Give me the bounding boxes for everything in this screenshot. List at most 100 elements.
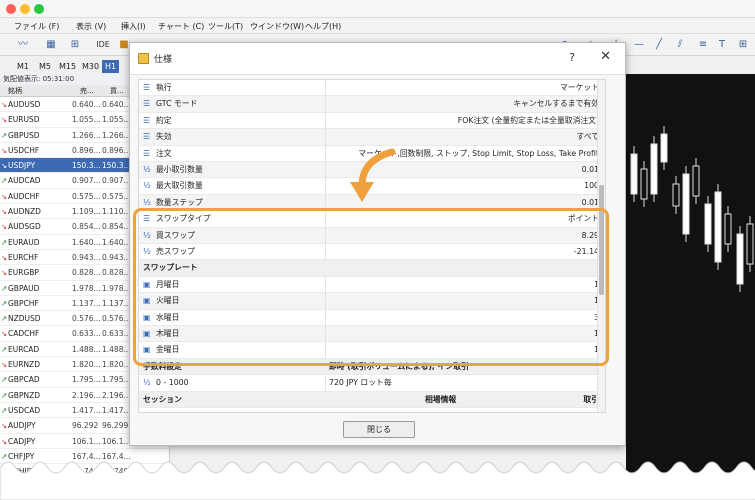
close-button[interactable]: 閉じる <box>343 421 415 438</box>
spec-row: ☰ 約定 FOK注文 (全量約定または全量取消注文) <box>139 112 605 130</box>
candle-body <box>640 168 648 200</box>
trendline-icon[interactable]: ╱ <box>652 38 666 52</box>
watch-symbol: NZDUSD <box>8 314 41 324</box>
spec-label: スワップレート <box>143 263 198 273</box>
watch-symbol: EURCHF <box>8 252 39 262</box>
spec-scrollbar[interactable] <box>597 80 605 412</box>
watch-symbol: GBPUSD <box>8 130 40 140</box>
column-divider <box>325 375 326 391</box>
menu-chart[interactable]: チャート (C) <box>158 21 204 32</box>
spec-row: ☰ 失効 すべて <box>139 129 605 146</box>
watch-ask: 1.137... <box>102 298 131 308</box>
watch-ask: 0.943... <box>102 252 131 262</box>
arrow-up-icon: ↗ <box>1 375 8 385</box>
spec-table: ☰ 執行 マーケット ☰ GTC モード キャンセルするまで有効 ☰ 約定 FOK注文 (全量約… <box>138 79 606 413</box>
watch-ask: 0.828... <box>102 268 131 278</box>
watch-ask: 0.854... <box>102 222 131 232</box>
spec-value: キャンセルするまで有効 <box>513 99 599 109</box>
timeframe-m30[interactable]: M30 <box>79 60 102 73</box>
text-icon[interactable]: T <box>716 38 728 52</box>
watch-bid: 1.488... <box>72 344 101 354</box>
indicator-icon[interactable]: 〰 <box>12 38 34 52</box>
watch-ask: 1.266... <box>102 130 131 140</box>
timeframe-m5[interactable]: M5 <box>36 60 54 73</box>
timeframe-m15[interactable]: M15 <box>56 60 79 73</box>
watch-bid: 0.943... <box>72 252 101 262</box>
candle-body <box>672 183 680 207</box>
watch-bid: 1.055... <box>72 115 101 125</box>
column-divider <box>325 211 326 227</box>
watch-bid: 0.896... <box>72 145 101 155</box>
spec-row: ½ 売スワップ -21.14 <box>139 244 605 261</box>
spec-label: 0 - 1000 <box>156 378 189 388</box>
menu-file[interactable]: ファイル (F) <box>14 21 59 32</box>
fibonacci-icon[interactable]: ≡ <box>696 38 710 52</box>
menu-help[interactable]: ヘルプ(H) <box>305 21 341 32</box>
list-icon: ☰ <box>143 148 151 158</box>
header-bid[interactable]: 売... <box>80 85 94 97</box>
dialog-title-bar: 仕様 ? ✕ <box>130 43 625 75</box>
watch-symbol: EURGBP <box>8 268 39 278</box>
watch-ask: 0.907... <box>102 176 131 186</box>
menu-view[interactable]: 表示 (V) <box>76 21 106 32</box>
spec-label: 木曜日 <box>156 329 180 338</box>
arrow-down-icon: ↘ <box>1 268 8 278</box>
price-chart[interactable] <box>626 74 755 474</box>
title-bar <box>0 0 755 18</box>
menu-insert[interactable]: 挿入(I) <box>121 21 146 32</box>
shapes-icon[interactable]: ⊞ <box>736 38 750 52</box>
header-symbol[interactable]: 銘柄 <box>8 85 22 97</box>
ide-button[interactable]: IDE <box>96 38 110 52</box>
list-icon: ☰ <box>143 115 151 125</box>
channel-icon[interactable]: ⫽ <box>673 38 687 52</box>
column-divider <box>325 276 326 293</box>
arrow-down-icon: ↘ <box>1 191 8 201</box>
header-ask[interactable]: 買... <box>110 85 124 97</box>
watch-symbol: GBPCHF <box>8 298 39 308</box>
candle-body <box>682 173 690 235</box>
watch-bid: 1.266... <box>72 130 101 140</box>
spec-section-detail: 相場情報 <box>425 394 457 404</box>
spec-value: -21.14 <box>573 247 599 256</box>
menu-window[interactable]: ウインドウ(W) <box>250 21 304 32</box>
calendar-icon: ▣ <box>143 345 151 355</box>
help-icon[interactable]: ? <box>569 51 575 64</box>
column-divider <box>325 244 326 260</box>
watch-ask: 1.488... <box>102 344 131 354</box>
horizontal-line-icon[interactable]: — <box>632 38 646 52</box>
fraction-icon: ½ <box>143 197 151 207</box>
watch-bid: 2.196... <box>72 390 101 400</box>
watch-symbol: EURUSD <box>8 115 40 125</box>
scrollbar-thumb[interactable] <box>599 185 604 295</box>
spec-label: 水曜日 <box>156 312 180 322</box>
spec-section-row: セッション 相場情報 取引 <box>139 391 605 408</box>
watch-bid: 0.907... <box>72 176 101 186</box>
spec-label: 約定 <box>156 115 172 125</box>
new-order-icon[interactable]: ⊞ <box>68 38 82 52</box>
candle-body <box>650 143 658 195</box>
column-divider <box>325 293 326 309</box>
menu-tools[interactable]: ツール(T) <box>208 21 243 32</box>
arrow-down-icon: ↘ <box>1 421 8 431</box>
watch-symbol: AUDNZD <box>8 207 41 217</box>
window-maximize-dot[interactable] <box>34 4 44 14</box>
candle-body <box>746 223 754 265</box>
spec-section-detail: 即時 (取引ボリュームによる), イン取引 <box>329 361 469 371</box>
watch-symbol: AUDCHF <box>8 191 40 201</box>
timeframe-m1[interactable]: M1 <box>14 60 32 73</box>
spec-label: 注文 <box>156 148 172 158</box>
column-divider <box>325 342 326 358</box>
window-close-dot[interactable] <box>6 4 16 14</box>
column-divider <box>325 80 326 96</box>
candle-body <box>714 191 722 263</box>
chart-template-icon[interactable]: ▦ <box>40 38 62 52</box>
window-minimize-dot[interactable] <box>20 4 30 14</box>
spec-label: 金曜日 <box>156 345 180 355</box>
close-icon[interactable]: ✕ <box>600 49 611 64</box>
watch-symbol: AUDSGD <box>8 222 41 232</box>
calendar-icon: ▣ <box>143 279 151 289</box>
timeframe-h1[interactable]: H1 <box>102 60 120 73</box>
arrow-down-icon: ↘ <box>1 161 8 171</box>
watch-symbol: GBPCAD <box>8 375 40 385</box>
dialog-title: 仕様 <box>154 55 173 65</box>
